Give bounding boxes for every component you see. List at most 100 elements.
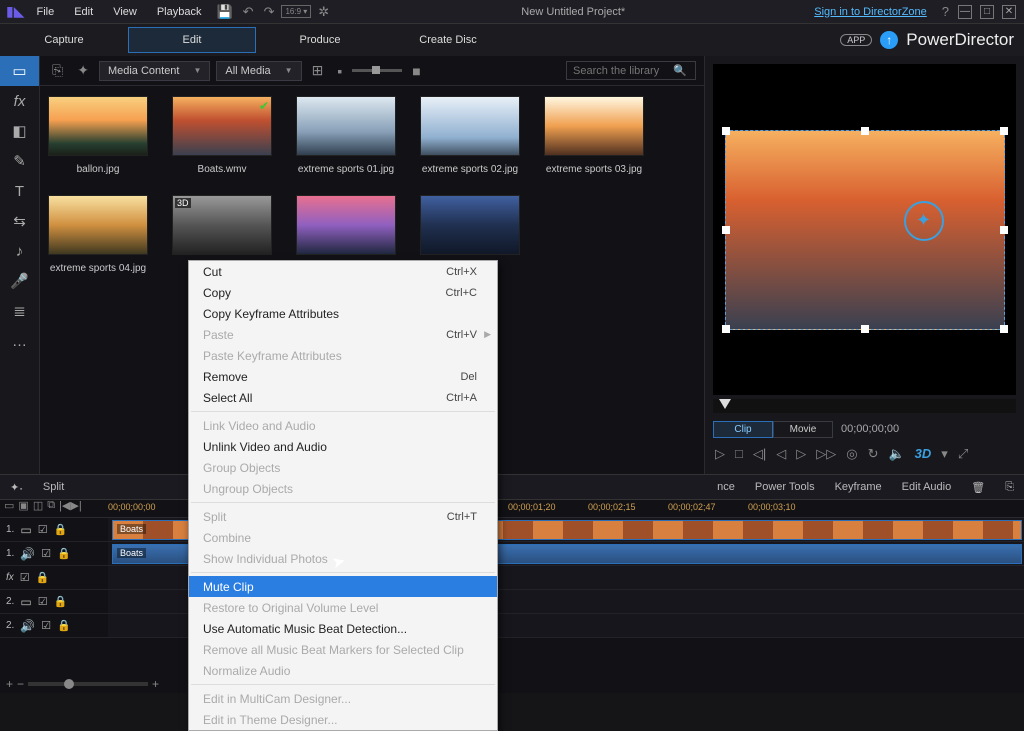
aspect-icon[interactable]: 16:9 ▾ [281, 5, 311, 18]
search-icon[interactable]: 🔍 [673, 64, 687, 77]
pip-room-icon[interactable]: ◧ [0, 116, 39, 146]
ctx-item: Normalize Audio [189, 660, 497, 681]
undock-icon[interactable]: ⤢ [958, 446, 968, 462]
mode-produce[interactable]: Produce [256, 28, 384, 52]
tl-view1-icon[interactable]: ▭ [4, 499, 14, 512]
brand-name: PowerDirector [906, 30, 1014, 50]
size-small-icon[interactable]: ▪ [333, 63, 346, 79]
ctx-item[interactable]: Copy Keyframe Attributes [189, 303, 497, 324]
snapshot-icon[interactable]: ◎ [846, 446, 857, 462]
audio-mixing-icon[interactable]: ♪ [0, 236, 39, 266]
preview-tab-clip[interactable]: Clip [713, 421, 773, 438]
plugin-icon[interactable]: ✦ [73, 62, 93, 79]
track-2-audio[interactable]: 2.🔊☑🔒 [0, 614, 1024, 638]
tl-view2-icon[interactable]: ▣ [18, 499, 28, 512]
thumb-size-slider[interactable] [352, 69, 402, 72]
preview-tab-movie[interactable]: Movie [773, 421, 833, 438]
nce-button-partial[interactable]: nce [717, 481, 735, 493]
menu-playback[interactable]: Playback [149, 3, 210, 21]
mode-capture[interactable]: Capture [0, 28, 128, 52]
search-box[interactable]: 🔍 [566, 61, 696, 80]
close-button[interactable]: ✕ [1002, 5, 1016, 19]
preview-viewport[interactable]: ✦ [713, 64, 1016, 395]
all-media-dropdown[interactable]: All Media▼ [216, 61, 301, 81]
ctx-item[interactable]: CutCtrl+X [189, 261, 497, 282]
zoom-slider[interactable] [28, 682, 148, 686]
transition-room-icon[interactable]: ⇆ [0, 206, 39, 236]
ctx-item[interactable]: CopyCtrl+C [189, 282, 497, 303]
track-fx[interactable]: fx☑🔒 [0, 566, 1024, 590]
effect-room-icon[interactable]: fx [0, 86, 39, 116]
menu-edit[interactable]: Edit [66, 3, 101, 21]
media-thumb[interactable]: extreme sports 01.jpg [296, 96, 396, 175]
media-thumb-label: Boats.wmv [198, 164, 247, 175]
redo-icon[interactable]: ↷ [261, 4, 278, 20]
tl-marker-icon[interactable]: ⧉ [47, 499, 55, 512]
upload-icon[interactable]: ↑ [880, 31, 898, 49]
motion-target-icon[interactable]: ✦ [904, 201, 944, 241]
particle-room-icon[interactable]: ✎ [0, 146, 39, 176]
track-1-video[interactable]: 1.▭☑🔒 Boats [0, 518, 1024, 542]
signin-link[interactable]: Sign in to DirectorZone [814, 6, 927, 18]
prev-frame-icon[interactable]: ◁| [753, 446, 766, 462]
preview-scrubber[interactable] [713, 399, 1016, 413]
step-fwd-icon[interactable]: ▷ [796, 446, 806, 462]
track-1-audio[interactable]: 1.🔊☑🔒 Boats [0, 542, 1024, 566]
ctx-item[interactable]: Select AllCtrl+A [189, 387, 497, 408]
timeline-footer: + − + [0, 675, 1024, 693]
video-track-icon: ▭ [20, 595, 31, 609]
title-room-icon[interactable]: T [0, 176, 39, 206]
mode-createdisc[interactable]: Create Disc [384, 28, 512, 52]
zoom-out-icon[interactable]: − [17, 677, 24, 691]
mode-edit[interactable]: Edit [128, 27, 256, 53]
split-button[interactable]: Split [43, 481, 64, 493]
media-thumb[interactable]: ✔Boats.wmv [172, 96, 272, 175]
tl-goto-icon[interactable]: |◀▶| [59, 499, 82, 512]
media-room-icon[interactable]: ▭ [0, 56, 39, 86]
ctx-item[interactable]: Use Automatic Music Beat Detection... [189, 618, 497, 639]
save-icon[interactable]: 💾 [213, 4, 235, 20]
media-content-dropdown[interactable]: Media Content▼ [99, 61, 210, 81]
size-large-icon[interactable]: ■ [408, 63, 424, 79]
media-thumb[interactable]: extreme sports 03.jpg [544, 96, 644, 175]
chapter-room-icon[interactable]: ≣ [0, 296, 39, 326]
help-icon[interactable]: ? [939, 4, 952, 19]
edit-audio-button[interactable]: Edit Audio [902, 481, 952, 493]
more-icon[interactable]: ⎘ [1005, 481, 1014, 494]
media-thumb[interactable]: extreme sports 02.jpg [420, 96, 520, 175]
subtitle-room-icon[interactable]: … [0, 326, 39, 356]
menu-view[interactable]: View [105, 3, 145, 21]
fast-fwd-icon[interactable]: ▷▷ [816, 446, 836, 462]
power-tools-button[interactable]: Power Tools [755, 481, 815, 493]
zoom-in-icon[interactable]: + [152, 677, 159, 691]
media-thumb[interactable]: extreme sports 04.jpg [48, 195, 148, 274]
ctx-item[interactable]: Mute Clip [189, 576, 497, 597]
track-2-video[interactable]: 2.▭☑🔒 [0, 590, 1024, 614]
minimize-button[interactable]: — [958, 5, 972, 19]
delete-icon[interactable]: 🗑 [971, 481, 985, 494]
menu-file[interactable]: File [28, 3, 62, 21]
step-back-icon[interactable]: ◁ [776, 446, 786, 462]
ctx-item[interactable]: RemoveDel [189, 366, 497, 387]
volume-icon[interactable]: 🔈 [888, 446, 904, 462]
preview-timecode: 00;00;00;00 [841, 421, 899, 438]
voiceover-icon[interactable]: 🎤 [0, 266, 39, 296]
tl-view3-icon[interactable]: ◫ [33, 499, 43, 512]
settings-icon[interactable]: ✲ [315, 4, 332, 20]
3d-button[interactable]: 3D [915, 446, 932, 462]
timeline-ruler[interactable]: ▭ ▣ ◫ ⧉ |◀▶| 00;00;00;00 00;00;01;20 00;… [0, 500, 1024, 518]
ctx-item[interactable]: Unlink Video and Audio [189, 436, 497, 457]
search-input[interactable] [573, 65, 673, 77]
media-thumb[interactable]: ballon.jpg [48, 96, 148, 175]
stop-icon[interactable]: □ [735, 446, 743, 462]
preview-menu-icon[interactable]: ▾ [941, 446, 948, 462]
undo-icon[interactable]: ↶ [240, 4, 257, 20]
grid-view-icon[interactable]: ⊞ [308, 62, 328, 79]
loop-icon[interactable]: ↻ [868, 446, 879, 462]
play-icon[interactable]: ▷ [715, 446, 725, 462]
maximize-button[interactable]: □ [980, 5, 994, 19]
keyframe-button[interactable]: Keyframe [835, 481, 882, 493]
add-track-icon[interactable]: + [6, 677, 13, 691]
import-icon[interactable]: ⎘ [48, 62, 67, 79]
magic-tool-icon[interactable]: ✦˖ [10, 481, 23, 494]
